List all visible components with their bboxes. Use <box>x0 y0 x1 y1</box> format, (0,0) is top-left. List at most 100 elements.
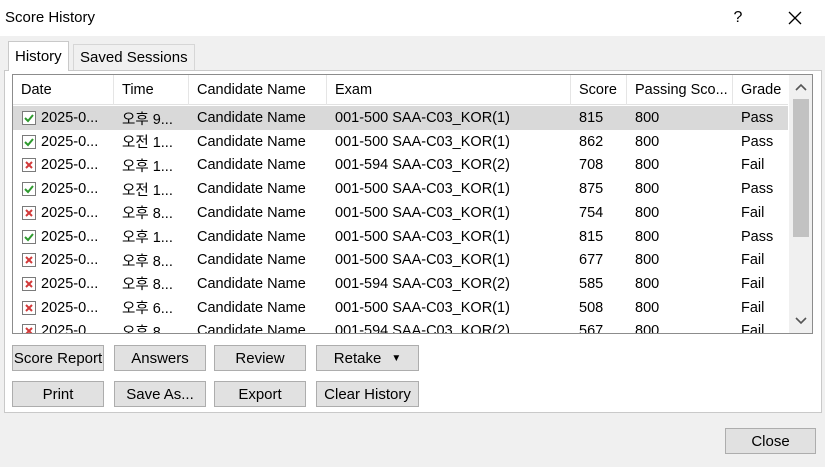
table-row[interactable]: 2025-0... 오후 8... Candidate Name 001-500 SA… <box>13 248 788 272</box>
cell-candidate-name: Candidate Name <box>197 252 306 269</box>
cell-candidate-name: Candidate Name <box>197 275 306 292</box>
window-title: Score History <box>5 9 96 26</box>
cell-date: 2025-0... <box>41 228 99 245</box>
cell-time: 오후 6... <box>122 301 173 318</box>
cell-passing-score: 800 <box>635 133 660 150</box>
score-history-table[interactable]: Date Time Candidate Name Exam Score Pass… <box>12 74 813 334</box>
cell-passing-score: 800 <box>635 181 660 198</box>
failed-checkbox-icon[interactable] <box>22 158 36 173</box>
cell-exam: 001-500 SAA-C03_KOR(1) <box>335 110 510 126</box>
cell-time: 오후 8... <box>122 324 173 334</box>
checked-checkbox-icon[interactable] <box>22 229 36 244</box>
table-row[interactable]: 2025-0... 오후 1... Candidate Name 001-594 SA… <box>13 153 788 177</box>
cell-exam: 001-594 SAA-C03_KOR(2) <box>335 157 510 174</box>
cell-score: 815 <box>579 110 604 126</box>
cell-grade: Pass <box>741 133 774 150</box>
cell-candidate-name: Candidate Name <box>197 228 306 245</box>
cell-date: 2025-0... <box>41 275 99 292</box>
cell-candidate-name: Candidate Name <box>197 299 306 316</box>
cell-passing-score: 800 <box>635 252 660 269</box>
table-row[interactable]: 2025-0... 오전 1... Candidate Name 001-500 SA… <box>13 177 788 201</box>
checked-checkbox-icon[interactable] <box>22 134 36 149</box>
cell-date: 2025-0... <box>41 157 99 174</box>
title-bar: Score History ? <box>0 0 825 36</box>
retake-label: Retake <box>333 349 382 367</box>
failed-checkbox-icon[interactable] <box>22 324 36 333</box>
cell-exam: 001-500 SAA-C03_KOR(1) <box>335 252 510 269</box>
table-row[interactable]: 2025-0... 오전 1... Candidate Name 001-500 SA… <box>13 130 788 154</box>
failed-checkbox-icon[interactable] <box>22 205 36 220</box>
table-row[interactable]: 2025-0... 오후 6... Candidate Name 001-500 SA… <box>13 296 788 320</box>
cell-passing-score: 800 <box>635 299 660 316</box>
tab-saved-sessions[interactable]: Saved Sessions <box>73 44 195 70</box>
cell-date: 2025-0... <box>41 133 99 150</box>
tab-history[interactable]: History <box>8 41 69 71</box>
cell-score: 567 <box>579 323 604 334</box>
cell-exam: 001-594 SAA-C03_KOR(2) <box>335 323 510 334</box>
chevron-up-icon <box>795 83 807 91</box>
scrollbar-thumb[interactable] <box>793 99 809 237</box>
cell-grade: Pass <box>741 228 774 245</box>
cell-grade: Fail <box>741 157 765 174</box>
cell-date: 2025-0... <box>41 110 99 126</box>
clear-history-button[interactable]: Clear History <box>316 381 419 407</box>
close-button[interactable]: Close <box>725 428 816 454</box>
close-window-button[interactable] <box>778 0 812 36</box>
help-button[interactable]: ? <box>722 0 754 36</box>
column-header-exam[interactable]: Exam <box>327 75 571 105</box>
print-button[interactable]: Print <box>12 381 104 407</box>
failed-checkbox-icon[interactable] <box>22 253 36 268</box>
cell-date: 2025-0... <box>41 299 99 316</box>
export-button[interactable]: Export <box>214 381 306 407</box>
cell-grade: Fail <box>741 299 765 316</box>
column-header-passing-score[interactable]: Passing Sco... <box>627 75 733 105</box>
score-report-button[interactable]: Score Report <box>12 345 104 371</box>
cell-grade: Fail <box>741 252 765 269</box>
cell-passing-score: 800 <box>635 110 660 126</box>
close-icon <box>788 11 802 25</box>
table-row[interactable]: 2025-0... 오후 8... Candidate Name 001-594 SA… <box>13 272 788 296</box>
column-header-grade[interactable]: Grade <box>733 75 788 105</box>
cell-passing-score: 800 <box>635 323 660 334</box>
scroll-up-arrow[interactable] <box>789 77 812 97</box>
cell-score: 508 <box>579 299 604 316</box>
failed-checkbox-icon[interactable] <box>22 276 36 291</box>
checked-checkbox-icon[interactable] <box>22 182 36 197</box>
cell-exam: 001-500 SAA-C03_KOR(1) <box>335 228 510 245</box>
cell-exam: 001-500 SAA-C03_KOR(1) <box>335 133 510 150</box>
dropdown-arrow-icon: ▼ <box>391 352 402 364</box>
cell-passing-score: 800 <box>635 228 660 245</box>
cell-exam: 001-500 SAA-C03_KOR(1) <box>335 204 510 221</box>
cell-time: 오후 1... <box>122 230 173 246</box>
cell-exam: 001-500 SAA-C03_KOR(1) <box>335 181 510 198</box>
table-row[interactable]: 2025-0... 오후 1... Candidate Name 001-500 SA… <box>13 225 788 249</box>
cell-score: 754 <box>579 204 604 221</box>
cell-score: 677 <box>579 252 604 269</box>
save-as-button[interactable]: Save As... <box>114 381 206 407</box>
failed-checkbox-icon[interactable] <box>22 300 36 315</box>
cell-grade: Fail <box>741 204 765 221</box>
checked-checkbox-icon[interactable] <box>22 111 36 125</box>
cell-grade: Pass <box>741 181 774 198</box>
retake-button[interactable]: Retake ▼ <box>316 345 419 371</box>
column-header-time[interactable]: Time <box>114 75 189 105</box>
review-button[interactable]: Review <box>214 345 306 371</box>
cell-passing-score: 800 <box>635 275 660 292</box>
vertical-scrollbar[interactable] <box>789 75 812 333</box>
cell-passing-score: 800 <box>635 204 660 221</box>
table-row[interactable]: 2025-0... 오후 8... Candidate Name 001-500 SA… <box>13 201 788 225</box>
cell-candidate-name: Candidate Name <box>197 181 306 198</box>
scroll-down-arrow[interactable] <box>789 311 812 331</box>
cell-grade: Fail <box>741 323 765 334</box>
column-header-date[interactable]: Date <box>13 75 114 105</box>
answers-button[interactable]: Answers <box>114 345 206 371</box>
cell-time: 오전 1... <box>122 182 173 199</box>
table-row[interactable]: 2025-0... 오후 8... Candidate Name 001-594 SA… <box>13 319 788 334</box>
cell-passing-score: 800 <box>635 157 660 174</box>
column-header-candidate-name[interactable]: Candidate Name <box>189 75 327 105</box>
cell-date: 2025-0... <box>41 181 99 198</box>
table-row[interactable]: 2025-0... 오후 9... Candidate Name 001-500 SA… <box>13 106 788 130</box>
cell-date: 2025-0... <box>41 252 99 269</box>
cell-exam: 001-594 SAA-C03_KOR(2) <box>335 275 510 292</box>
column-header-score[interactable]: Score <box>571 75 627 105</box>
